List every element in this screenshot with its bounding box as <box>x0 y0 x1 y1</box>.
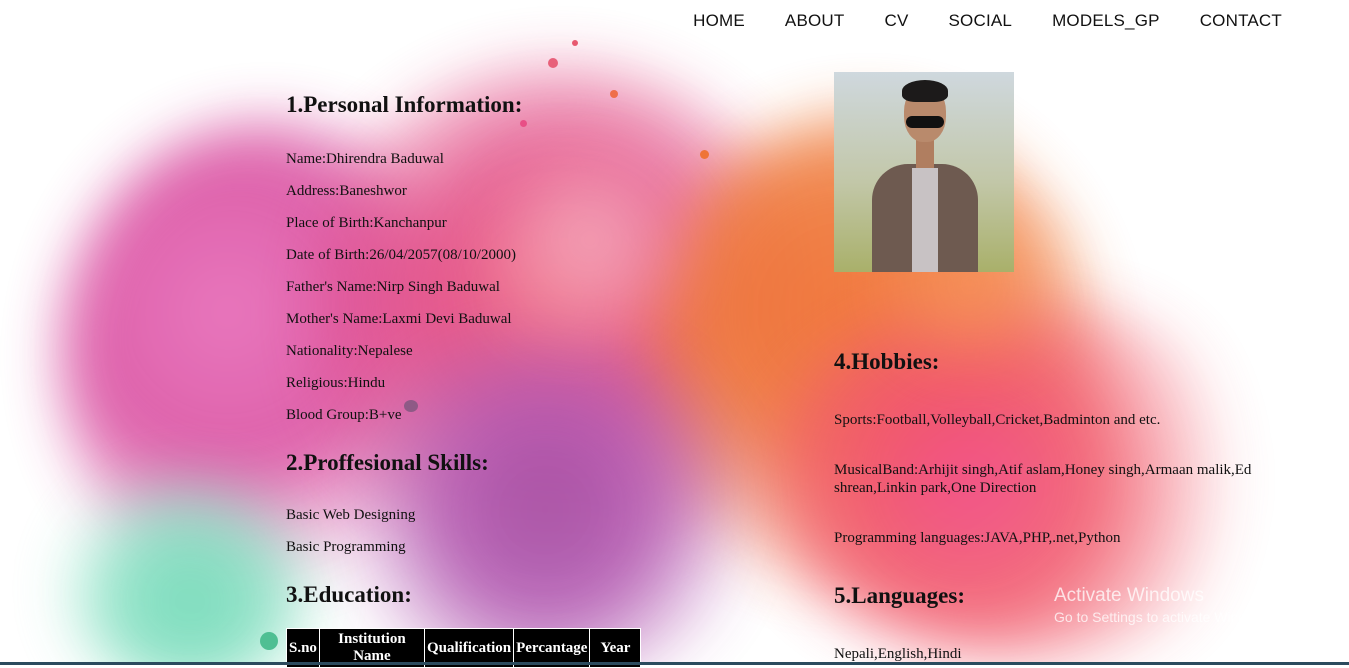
personal-dob: Date of Birth:26/04/2057(08/10/2000) <box>286 247 516 263</box>
skills-heading: 2.Proffesional Skills: <box>286 450 489 475</box>
skill-item: Basic Web Designing <box>286 507 416 523</box>
hobby-sports: Sports:Football,Volleyball,Cricket,Badmi… <box>834 412 1161 428</box>
top-navigation: HOME ABOUT CV SOCIAL MODELS_GP CONTACT <box>0 0 1349 42</box>
nav-about[interactable]: ABOUT <box>785 11 845 31</box>
activate-windows-watermark: Activate Windows Go to Settings to activ… <box>1054 585 1275 625</box>
skill-item: Basic Programming <box>286 539 406 555</box>
education-heading: 3.Education: <box>286 582 412 607</box>
nav-links: HOME ABOUT CV SOCIAL MODELS_GP CONTACT <box>653 11 1282 31</box>
personal-blood-group: Blood Group:B+ve <box>286 407 402 423</box>
cv-content: 1.Personal Information: Name:Dhirendra B… <box>0 0 1349 668</box>
nav-social[interactable]: SOCIAL <box>949 11 1013 31</box>
personal-father: Father's Name:Nirp Singh Baduwal <box>286 279 500 295</box>
personal-birthplace: Place of Birth:Kanchanpur <box>286 215 447 231</box>
nav-cv[interactable]: CV <box>884 11 908 31</box>
personal-mother: Mother's Name:Laxmi Devi Baduwal <box>286 311 512 327</box>
nav-models-gp[interactable]: MODELS_GP <box>1052 11 1160 31</box>
nav-contact[interactable]: CONTACT <box>1200 11 1282 31</box>
personal-nationality: Nationality:Nepalese <box>286 343 413 359</box>
personal-name: Name:Dhirendra Baduwal <box>286 151 444 167</box>
personal-religion: Religious:Hindu <box>286 375 386 391</box>
nav-home[interactable]: HOME <box>693 11 745 31</box>
hobby-music: MusicalBand:Arhijit singh,Atif aslam,Hon… <box>834 462 1252 496</box>
profile-photo <box>834 72 1014 272</box>
hobby-programming: Programming languages:JAVA,PHP,.net,Pyth… <box>834 530 1121 546</box>
right-column: 4.Hobbies: Sports:Football,Volleyball,Cr… <box>834 72 1294 663</box>
personal-address: Address:Baneshwor <box>286 183 407 199</box>
personal-info-heading: 1.Personal Information: <box>286 92 523 117</box>
left-column: 1.Personal Information: Name:Dhirendra B… <box>286 92 706 668</box>
languages-list: Nepali,English,Hindi <box>834 646 962 662</box>
watermark-title: Activate Windows <box>1054 585 1204 606</box>
watermark-subtitle: Go to Settings to activate Windows. <box>1054 609 1275 625</box>
hobbies-heading: 4.Hobbies: <box>834 349 940 374</box>
